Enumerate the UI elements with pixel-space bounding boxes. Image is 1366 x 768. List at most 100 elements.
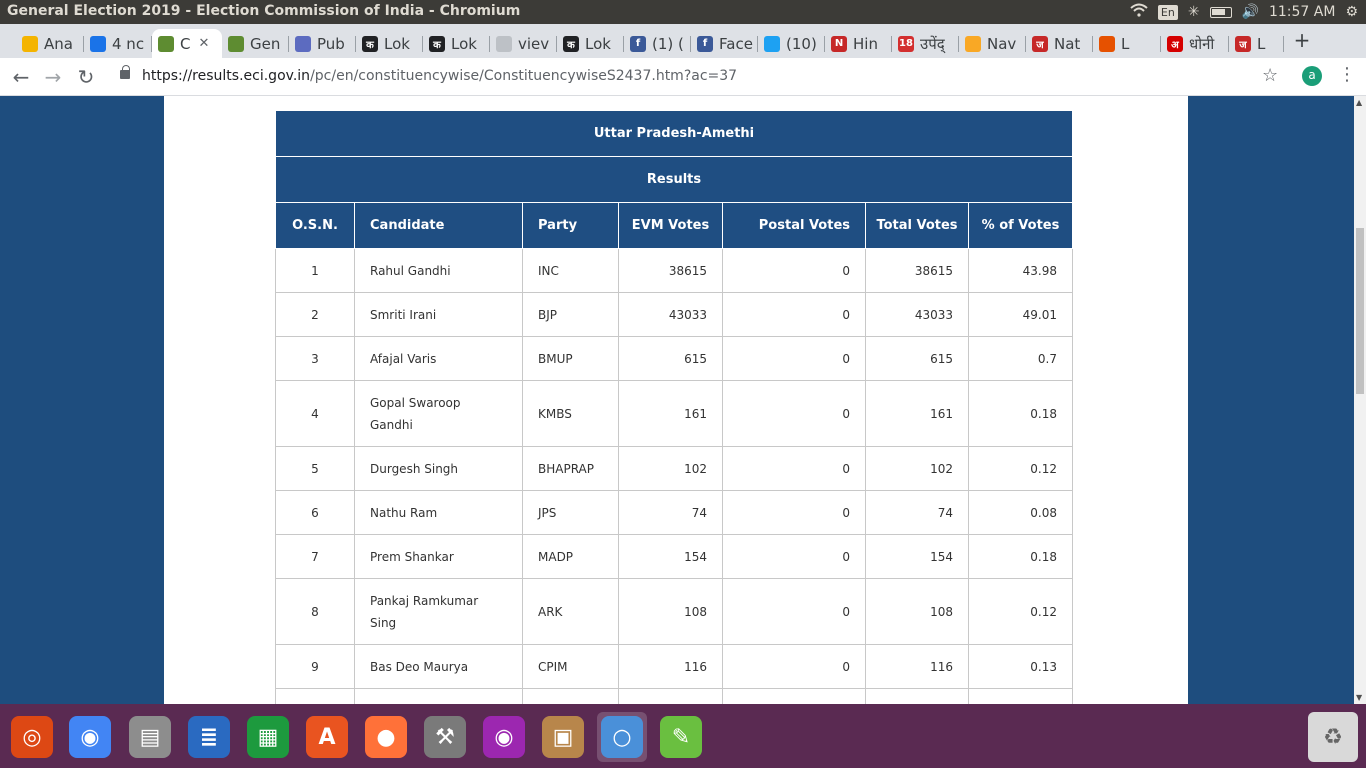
profile-avatar[interactable]: a <box>1302 66 1322 86</box>
browser-tab[interactable]: f (1) ( <box>624 29 691 58</box>
cell-percent-votes: 0.18 <box>968 534 1073 579</box>
browser-tab[interactable]: C ✕ <box>152 29 222 58</box>
ka-icon: क <box>429 35 445 52</box>
browser-tab[interactable]: Gen <box>222 29 289 58</box>
browser-tab[interactable]: viev <box>490 29 557 58</box>
cell-candidate: Prem Shankar <box>354 534 523 579</box>
scroll-up-arrow-icon[interactable]: ▲ <box>1356 98 1362 107</box>
cell-postal-votes: 0 <box>722 248 866 293</box>
ja-icon: ज <box>1235 35 1251 52</box>
ubuntu-dash-icon[interactable]: ◎ <box>7 712 57 762</box>
back-button[interactable]: ← <box>10 66 32 88</box>
cell-percent-votes: 49.01 <box>968 292 1073 337</box>
calc-icon[interactable]: ▦ <box>243 712 293 762</box>
wifi-icon[interactable] <box>1130 3 1148 21</box>
cell-osn: 7 <box>275 534 355 579</box>
browser-tab[interactable]: जL <box>1229 29 1284 58</box>
notes-icon[interactable]: ✎ <box>656 712 706 762</box>
cell-candidate: Nathu Ram <box>354 490 523 535</box>
pen-icon <box>158 35 174 52</box>
files-glyph: ▤ <box>129 716 171 758</box>
chat-icon <box>90 35 106 52</box>
cell-osn: 8 <box>275 578 355 645</box>
browser-tab[interactable]: क Lok <box>557 29 624 58</box>
scroll-down-arrow-icon[interactable]: ▼ <box>1356 693 1362 702</box>
address-url[interactable]: https://results.eci.gov.in/pc/en/constit… <box>142 68 737 84</box>
browser-menu-icon[interactable]: ⋮ <box>1338 64 1356 85</box>
lock-icon[interactable] <box>120 65 130 79</box>
bookmark-star-icon[interactable]: ☆ <box>1262 65 1278 86</box>
cell-percent-votes: 0.7 <box>968 336 1073 381</box>
writer-icon[interactable]: ≣ <box>184 712 234 762</box>
tab-label: (1) ( <box>652 34 684 53</box>
tab-label: L <box>1121 34 1130 53</box>
tab-label: (10) <box>786 34 817 53</box>
cell-party: BJP <box>522 292 619 337</box>
tab-label: Lok <box>451 34 477 53</box>
cell-percent-votes: 0.18 <box>968 380 1073 447</box>
software-center-icon[interactable]: A <box>302 712 352 762</box>
browser-tab[interactable]: (10) <box>758 29 825 58</box>
browser-tab[interactable]: f Face <box>691 29 758 58</box>
chrome-icon[interactable]: ◉ <box>65 712 115 762</box>
files-icon[interactable]: ▤ <box>125 712 175 762</box>
cell-total-votes: 102 <box>865 446 969 491</box>
browser-tab[interactable]: ज Nat <box>1026 29 1093 58</box>
browser-tab[interactable]: अ धोनी <box>1161 29 1229 58</box>
tab-label: C <box>180 34 191 53</box>
archive-icon[interactable]: ▣ <box>538 712 588 762</box>
cell-party: CPIM <box>522 644 619 689</box>
page-icon <box>496 35 512 52</box>
cell-candidate: Durgesh Singh <box>354 446 523 491</box>
browser-tab[interactable]: 18 उपेंद् <box>892 29 959 58</box>
browser-tab[interactable]: Ana <box>16 29 84 58</box>
browser-tab[interactable]: L <box>1093 29 1161 58</box>
browser-tab[interactable]: क Lok <box>423 29 490 58</box>
settings-icon[interactable]: ⚒ <box>420 712 470 762</box>
firefox-icon[interactable]: ● <box>361 712 411 762</box>
cell-total-votes: 116 <box>865 644 969 689</box>
browser-tab[interactable]: Nav <box>959 29 1026 58</box>
cell-evm-votes: 102 <box>618 446 723 491</box>
cell-party: BHAPRAP <box>522 446 619 491</box>
forward-button[interactable]: → <box>42 66 64 88</box>
table-row: 6 Nathu Ram JPS 74 0 74 0.08 <box>275 490 1073 535</box>
browser-tab[interactable]: N Hin <box>825 29 892 58</box>
page-scrollbar[interactable]: ▲ ▼ <box>1354 96 1366 704</box>
browser-tab[interactable]: Pub <box>289 29 356 58</box>
tab-strip: Ana 4 nc C ✕ Gen Pub क Lok क Lok viev क Lok f (1) (f Fa… <box>0 24 1366 58</box>
reload-button[interactable]: ↻ <box>75 66 97 88</box>
keyboard-layout-indicator[interactable]: En <box>1157 4 1178 20</box>
browser-tab[interactable]: क Lok <box>356 29 423 58</box>
cell-party: BMUP <box>522 336 619 381</box>
column-header-osn: O.S.N. <box>275 202 355 249</box>
eye-icon[interactable]: ◉ <box>479 712 529 762</box>
bluetooth-icon[interactable]: ✳ <box>1188 4 1200 20</box>
trash-icon[interactable]: ♻ <box>1308 712 1358 762</box>
volume-icon[interactable]: 🔊 <box>1242 4 1259 20</box>
browser-tab[interactable]: 4 nc <box>84 29 152 58</box>
tab-label: Pub <box>317 34 345 53</box>
cell-evm-votes: 154 <box>618 534 723 579</box>
cell-percent-votes: 0.12 <box>968 446 1073 491</box>
bar-chart-icon <box>22 35 38 52</box>
battery-icon[interactable] <box>1209 6 1232 18</box>
tab-label: Nav <box>987 34 1017 53</box>
table-row: 5 Durgesh Singh BHAPRAP 102 0 102 0.12 <box>275 446 1073 491</box>
gear-icon[interactable]: ⚙ <box>1345 4 1358 20</box>
scrollbar-thumb[interactable] <box>1356 228 1364 394</box>
close-tab-icon[interactable]: ✕ <box>198 36 209 51</box>
tab-label: Lok <box>384 34 410 53</box>
cell-total-votes: 154 <box>865 534 969 579</box>
chromium-icon[interactable]: ○ <box>597 712 647 762</box>
clock[interactable]: 11:57 AM <box>1269 4 1335 20</box>
tab-label: Ana <box>44 34 73 53</box>
cell-candidate: Gopal Swaroop Gandhi <box>354 380 523 447</box>
window-title: General Election 2019 - Election Commiss… <box>7 3 521 19</box>
new-tab-button[interactable]: + <box>1292 29 1312 51</box>
url-path: /pc/en/constituencywise/Constituencywise… <box>310 68 738 84</box>
cell-party: INC <box>522 248 619 293</box>
column-header-candidate: Candidate <box>354 202 523 249</box>
cell-candidate: Bas Deo Maurya <box>354 644 523 689</box>
address-bar[interactable]: https://results.eci.gov.in/pc/en/constit… <box>110 62 1290 92</box>
